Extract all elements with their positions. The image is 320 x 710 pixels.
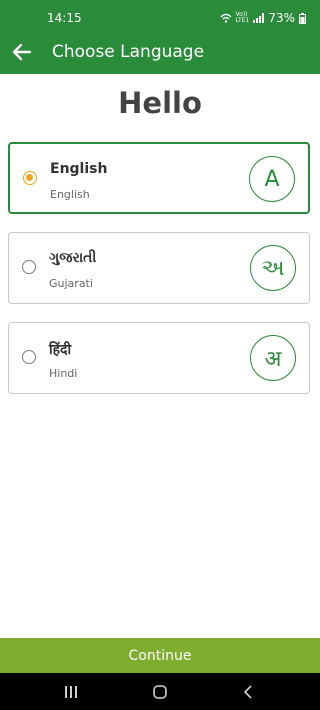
- radio-button-hindi[interactable]: [22, 350, 36, 364]
- continue-button[interactable]: Continue: [0, 638, 320, 673]
- radio-button-english[interactable]: [23, 171, 37, 185]
- back-button[interactable]: [10, 40, 34, 64]
- battery-percent: 73%: [268, 11, 295, 25]
- recent-apps-button[interactable]: [62, 683, 80, 701]
- radio-button-gujarati[interactable]: [22, 260, 36, 274]
- language-native-name: हिंदी: [49, 342, 72, 358]
- app-bar: Choose Language: [0, 30, 320, 74]
- arrow-left-icon: [12, 43, 32, 61]
- language-native-name: English: [50, 161, 108, 177]
- language-english-name: English: [50, 188, 90, 201]
- chevron-left-icon: [243, 685, 252, 699]
- back-nav-button[interactable]: [240, 683, 258, 701]
- recent-apps-icon: [65, 686, 77, 698]
- signal-icon: [253, 13, 265, 23]
- language-letter-icon: A: [249, 156, 295, 202]
- home-button[interactable]: [151, 683, 169, 701]
- volte-indicator: Vo)) LTE1: [236, 12, 250, 24]
- language-native-name: ગુજરાતી: [49, 250, 97, 266]
- status-bar: 14:15 Vo)) LTE1 73%: [0, 0, 320, 30]
- language-letter-icon: अ: [250, 335, 296, 381]
- language-option-english[interactable]: English English A: [8, 142, 310, 214]
- language-english-name: Hindi: [49, 367, 78, 380]
- language-option-gujarati[interactable]: ગુજરાતી Gujarati અ: [8, 232, 310, 304]
- system-nav-bar: [0, 673, 320, 710]
- battery-icon: [299, 12, 306, 24]
- language-letter-icon: અ: [250, 245, 296, 291]
- wifi-icon: [220, 13, 231, 23]
- page-title: Choose Language: [52, 42, 205, 62]
- language-option-hindi[interactable]: हिंदी Hindi अ: [8, 322, 310, 394]
- status-icons: Vo)) LTE1 73%: [220, 11, 306, 25]
- volte-bottom-text: LTE1: [235, 17, 250, 24]
- language-english-name: Gujarati: [49, 277, 93, 290]
- status-time: 14:15: [47, 11, 82, 25]
- home-icon: [153, 685, 167, 699]
- greeting-heading: Hello: [118, 86, 202, 120]
